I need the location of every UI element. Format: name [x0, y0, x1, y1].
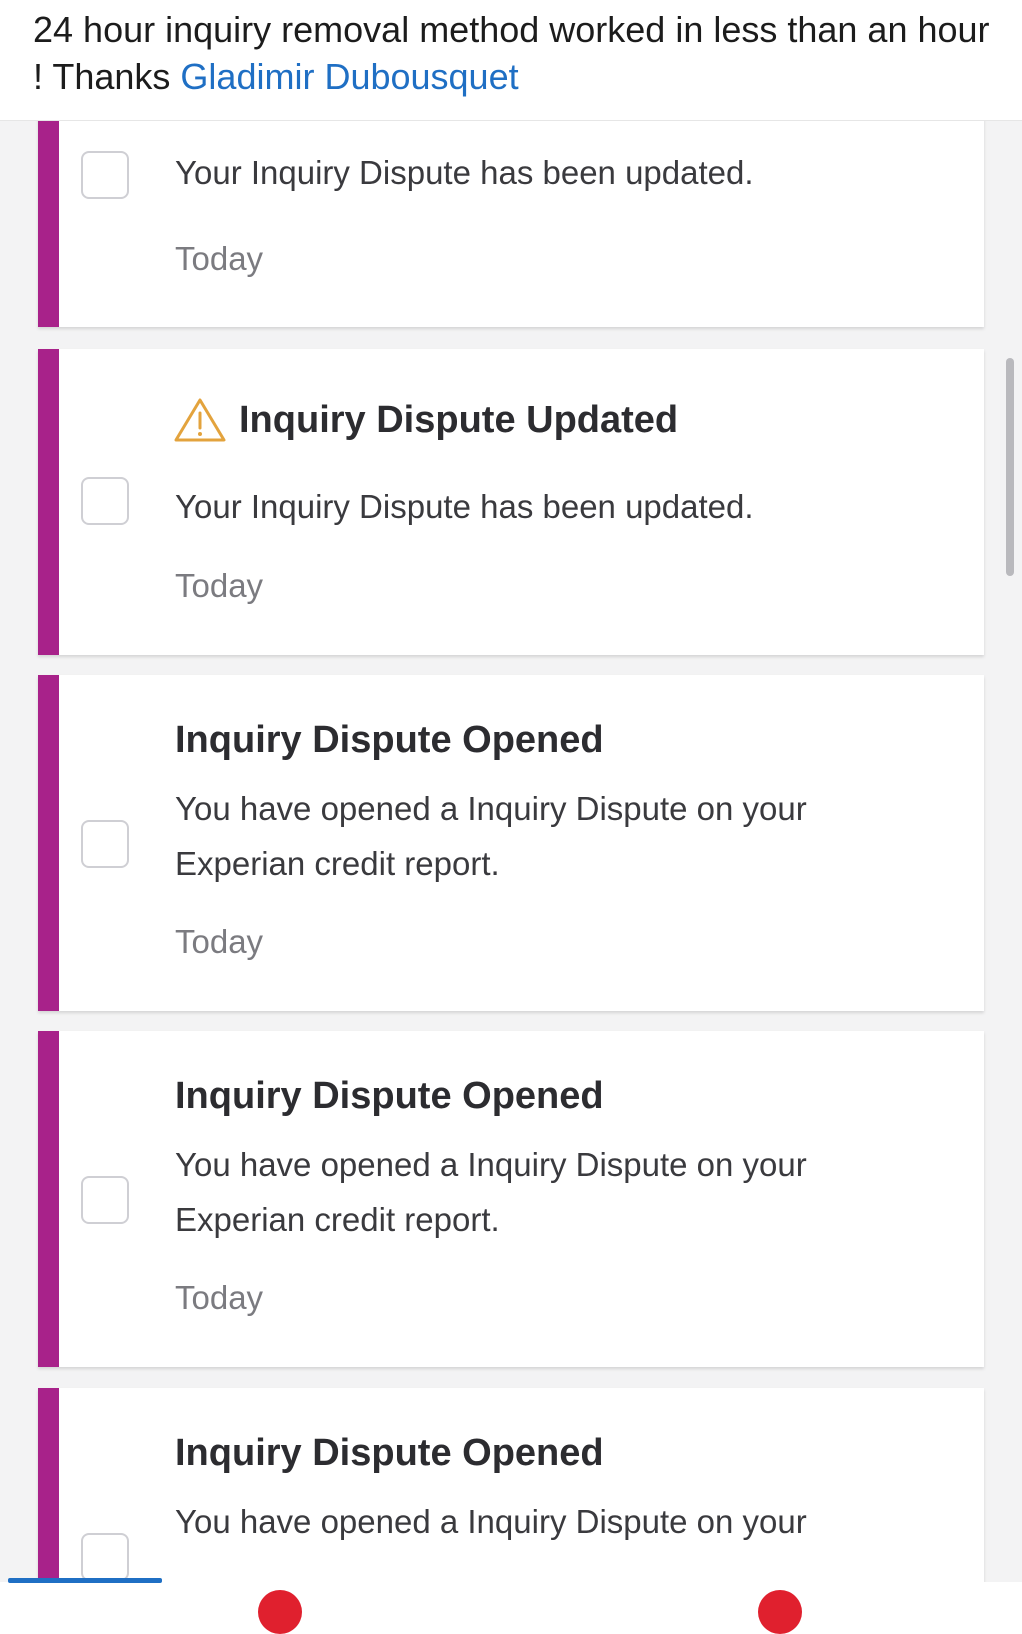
- notification-title: Inquiry Dispute Opened: [175, 1075, 604, 1117]
- notification-time: Today: [175, 567, 264, 604]
- select-checkbox[interactable]: [81, 1176, 129, 1224]
- notification-card[interactable]: Inquiry Dispute Opened You have opened a…: [38, 675, 984, 1011]
- post-header: 24 hour inquiry removal method worked in…: [0, 0, 1022, 121]
- unread-stripe: [38, 1388, 59, 1582]
- warning-triangle-icon: [174, 398, 226, 442]
- notification-feed: Your Inquiry Dispute has been updated. T…: [0, 121, 1022, 1582]
- notification-time: Today: [175, 1279, 264, 1316]
- unread-stripe: [38, 121, 59, 327]
- notification-title: Inquiry Dispute Opened: [175, 719, 604, 761]
- active-tab-indicator: [8, 1578, 162, 1583]
- notification-title: Inquiry Dispute Opened: [175, 1432, 604, 1474]
- scrollbar-thumb[interactable]: [1006, 358, 1014, 576]
- notification-dot-icon: [258, 1590, 302, 1634]
- notification-time: Today: [175, 240, 264, 277]
- select-checkbox[interactable]: [81, 1533, 129, 1581]
- notification-message: Your Inquiry Dispute has been updated.: [175, 154, 754, 191]
- post-caption: 24 hour inquiry removal method worked in…: [33, 6, 993, 100]
- unread-stripe: [38, 1031, 59, 1367]
- notification-card[interactable]: Your Inquiry Dispute has been updated. T…: [38, 121, 984, 327]
- notification-card[interactable]: Inquiry Dispute Updated Your Inquiry Dis…: [38, 349, 984, 655]
- mention-link[interactable]: Gladimir Dubousquet: [180, 56, 518, 97]
- notification-title-text: Inquiry Dispute Updated: [239, 399, 679, 441]
- notification-message: You have opened a Inquiry Dispute on you…: [175, 790, 807, 882]
- notification-message: You have opened a Inquiry Dispute on you…: [175, 1146, 807, 1238]
- select-checkbox[interactable]: [81, 477, 129, 525]
- unread-stripe: [38, 349, 59, 655]
- select-checkbox[interactable]: [81, 820, 129, 868]
- select-checkbox[interactable]: [81, 151, 129, 199]
- notification-message: You have opened a Inquiry Dispute on you…: [175, 1503, 807, 1540]
- notification-time: Today: [175, 923, 264, 960]
- notification-card[interactable]: Inquiry Dispute Opened You have opened a…: [38, 1031, 984, 1367]
- notification-card[interactable]: Inquiry Dispute Opened You have opened a…: [38, 1388, 984, 1582]
- unread-stripe: [38, 675, 59, 1011]
- notification-title: Inquiry Dispute Updated: [174, 397, 679, 443]
- notification-dot-icon: [758, 1590, 802, 1634]
- notification-message: Your Inquiry Dispute has been updated.: [175, 488, 754, 525]
